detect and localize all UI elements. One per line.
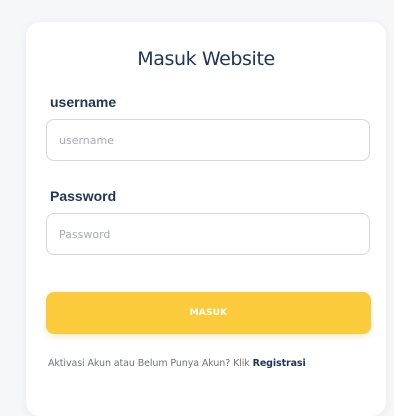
login-title: Masuk Website (137, 48, 275, 70)
registration-prompt-text: Aktivasi Akun atau Belum Punya Akun? Kli… (48, 358, 253, 369)
password-input[interactable] (46, 213, 370, 255)
login-button[interactable]: MASUK (46, 292, 371, 334)
username-input[interactable] (46, 119, 370, 161)
registration-prompt: Aktivasi Akun atau Belum Punya Akun? Kli… (48, 358, 378, 369)
password-label: Password (50, 188, 117, 204)
login-card: Masuk Website username Password MASUK Ak… (26, 22, 386, 416)
register-link[interactable]: Registrasi (253, 358, 306, 369)
username-label: username (50, 94, 117, 110)
